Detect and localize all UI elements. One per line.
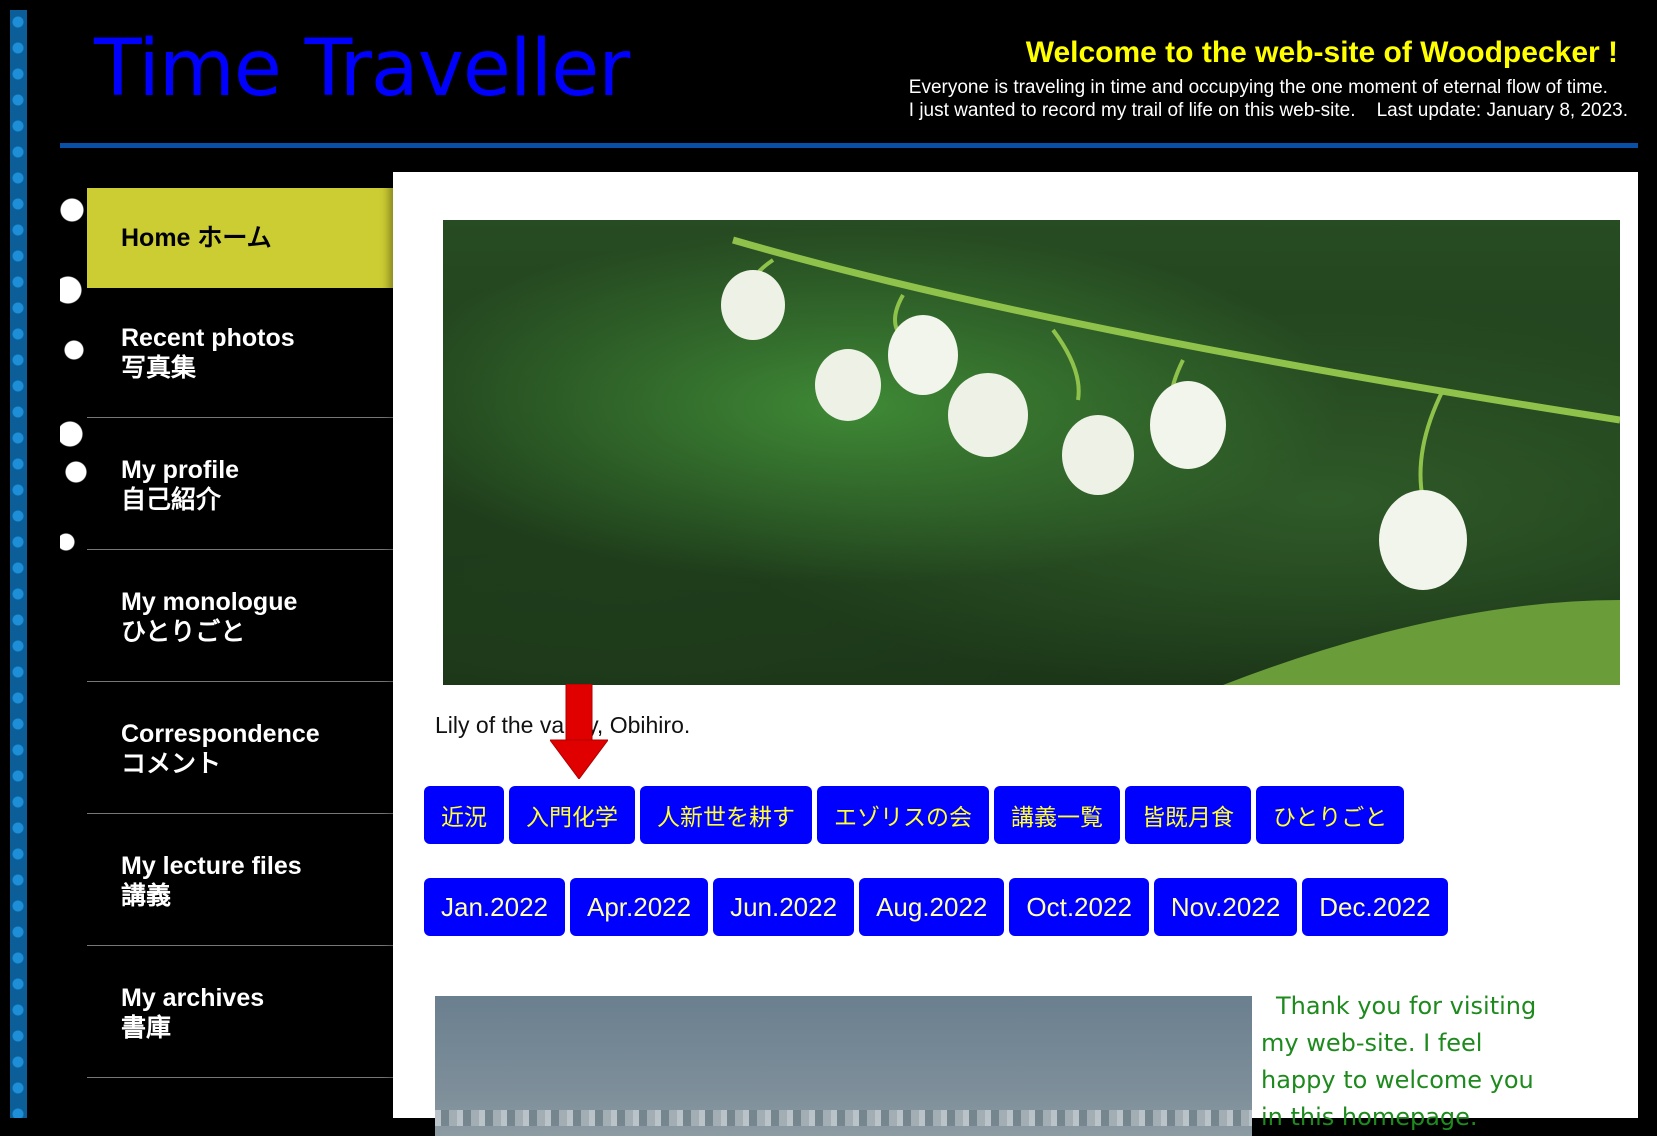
site-header: Time Traveller Welcome to the web-site o… — [60, 8, 1640, 148]
tagline-line-1: Everyone is traveling in time and occupy… — [908, 77, 1608, 98]
main-content: Lily of the valley, Obihiro. 近況 入門化学 人新世… — [393, 172, 1638, 1136]
month-button[interactable]: Jun.2022 — [713, 878, 855, 936]
month-button[interactable]: Oct.2022 — [1009, 878, 1149, 936]
topic-button[interactable]: 人新世を耕す — [640, 786, 812, 844]
sidebar-item-sublabel: 書庫 — [121, 1013, 172, 1042]
red-down-arrow-icon — [550, 684, 608, 779]
tagline: Everyone is traveling in time and occupy… — [909, 76, 1628, 122]
sidebar-item-label: Recent photos — [121, 323, 295, 352]
lily-illustration — [721, 236, 1620, 685]
sidebar-item-label: My monologue — [121, 587, 298, 616]
sidebar-item-sublabel: 講義 — [121, 881, 172, 910]
sidebar-item-sublabel: 自己紹介 — [121, 485, 222, 514]
welcome-heading: Welcome to the web-site of Woodpecker ! — [1025, 36, 1618, 69]
topic-button[interactable]: 近況 — [424, 786, 504, 844]
sidebar-item-label: My archives — [121, 983, 265, 1012]
sidebar-item-sublabel: 写真集 — [121, 353, 197, 382]
topic-button[interactable]: ひとりごと — [1256, 786, 1405, 844]
topic-button[interactable]: 皆既月食 — [1125, 786, 1251, 844]
header-divider — [60, 143, 1638, 148]
welcome-message: Thank you for visiting my web-site. I fe… — [1261, 992, 1537, 1131]
topic-button[interactable]: 講義一覧 — [994, 786, 1120, 844]
sidebar-item-lecture-files[interactable]: My lecture files 講義 — [87, 816, 393, 946]
sidebar-item-recent-photos[interactable]: Recent photos 写真集 — [87, 288, 393, 418]
sidebar-item-label: My profile — [121, 455, 240, 484]
sidebar-item-sublabel: ひとりごと — [121, 617, 246, 646]
sidebar-item-label: Home ホーム — [121, 224, 272, 252]
topic-button-row: 近況 入門化学 人新世を耕す エゾリスの会 講義一覧 皆既月食 ひとりごと — [424, 786, 1405, 844]
sidebar-item-label: Correspondence — [121, 719, 320, 748]
sidebar-item-archives[interactable]: My archives 書庫 — [87, 948, 393, 1078]
sidebar-nav: Home ホーム Recent photos 写真集 My profile 自己… — [60, 172, 393, 1118]
site-title: Time Traveller — [94, 24, 630, 114]
sidebar-item-sublabel: コメント — [121, 749, 222, 778]
month-button[interactable]: Nov.2022 — [1153, 878, 1298, 936]
hero-photo — [443, 220, 1620, 685]
month-button[interactable]: Jan.2022 — [424, 878, 565, 936]
month-button-row: Jan.2022 Apr.2022 Jun.2022 Aug.2022 Oct.… — [424, 878, 1448, 936]
month-button[interactable]: Dec.2022 — [1302, 878, 1448, 936]
landscape-photo — [435, 996, 1252, 1136]
sidebar-item-monologue[interactable]: My monologue ひとりごと — [87, 552, 393, 682]
topic-button[interactable]: 入門化学 — [509, 786, 635, 844]
sidebar-item-home[interactable]: Home ホーム — [87, 188, 393, 288]
month-button[interactable]: Apr.2022 — [569, 878, 709, 936]
sidebar-item-correspondence[interactable]: Correspondence コメント — [87, 684, 393, 814]
topic-button[interactable]: エゾリスの会 — [817, 786, 989, 844]
tagline-line-2: I just wanted to record my trail of life… — [908, 100, 1628, 121]
sidebar-item-profile[interactable]: My profile 自己紹介 — [87, 420, 393, 550]
sidebar-item-label: My lecture files — [121, 851, 302, 880]
left-decor-strip — [10, 10, 27, 1118]
month-button[interactable]: Aug.2022 — [859, 878, 1005, 936]
sidebar-decoration — [60, 172, 90, 632]
